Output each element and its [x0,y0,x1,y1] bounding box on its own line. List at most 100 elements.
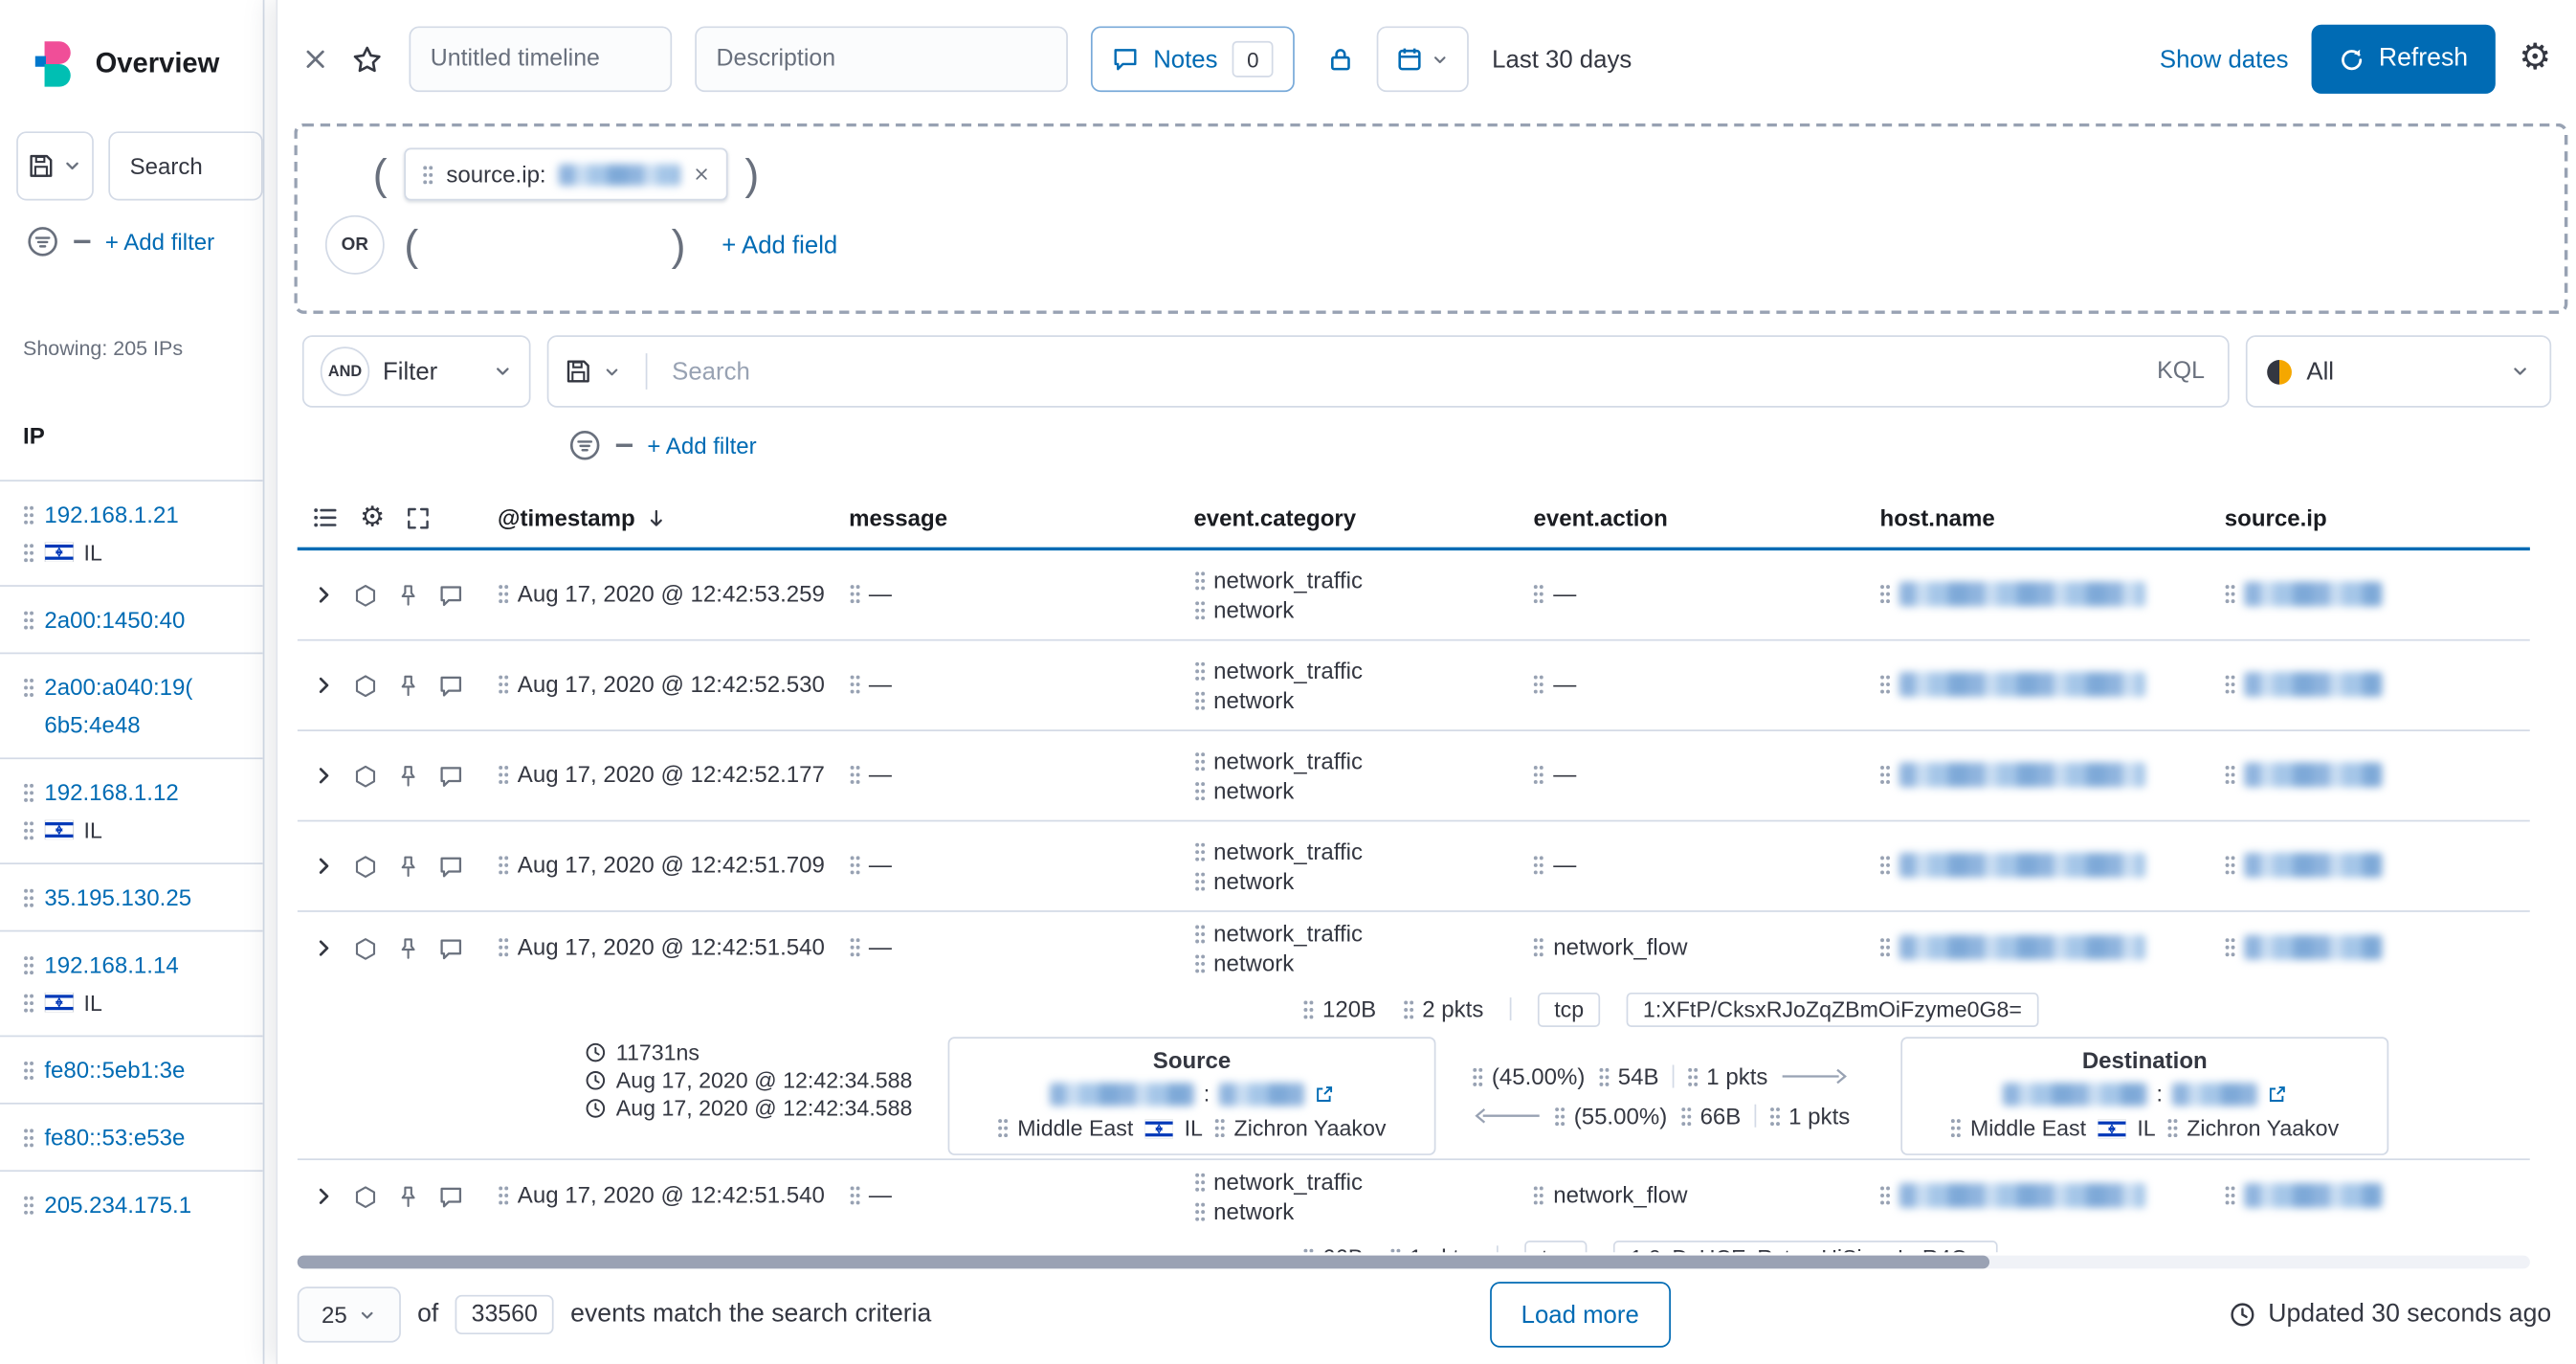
event-category-value[interactable]: network_traffic [1194,748,1534,773]
fullscreen-icon[interactable] [406,505,431,530]
pin-event-icon[interactable] [396,854,421,879]
query-filter-chip[interactable]: source.ip: [404,148,728,201]
region-value[interactable]: Middle East [998,1116,1134,1141]
event-category-value[interactable]: network_traffic [1194,920,1534,946]
ip-link[interactable]: 192.168.1.14 [44,951,178,977]
event-action-value[interactable]: — [1534,671,1577,697]
settings-gear-icon[interactable]: ⚙ [2519,41,2551,78]
source-ip-value[interactable] [2225,581,2383,606]
source-ip-value[interactable] [2225,934,2383,959]
add-note-icon[interactable] [438,854,463,879]
pin-event-icon[interactable] [396,1184,421,1209]
expand-event-icon[interactable] [312,764,335,787]
protocol-badge[interactable]: tcp [1525,1240,1588,1252]
event-row[interactable]: Aug 17, 2020 @ 12:42:52.530 — network_tr… [298,641,2530,731]
message-value[interactable]: — [849,1182,892,1208]
host-name-value[interactable] [1880,762,2146,787]
notes-button[interactable]: Notes 0 [1091,26,1295,92]
add-note-icon[interactable] [438,673,463,698]
column-header-source-ip[interactable]: source.ip [2225,504,2530,530]
inbound-bytes[interactable]: 66B [1680,1103,1741,1129]
ip-link-wrap[interactable]: 6b5:4e48 [44,711,140,737]
timestamp-value[interactable]: Aug 17, 2020 @ 12:42:51.540 [498,934,825,960]
community-id-badge[interactable]: 1:0yDzHCEvRvtmaHiSiyoeLuR4Q= [1613,1240,1997,1252]
close-timeline-button[interactable] [302,46,328,72]
event-category-value[interactable]: network [1194,687,1534,713]
external-link-icon[interactable] [1315,1084,1335,1104]
timestamp-value[interactable]: Aug 17, 2020 @ 12:42:52.530 [498,671,825,697]
show-dates-button[interactable]: Show dates [2160,45,2289,73]
ip-link[interactable]: 2a00:1450:40 [44,606,185,632]
protocol-badge[interactable]: tcp [1538,992,1600,1026]
external-link-icon[interactable] [2268,1084,2288,1104]
outbound-bytes[interactable]: 54B [1598,1063,1658,1089]
source-ip-value[interactable] [2225,1182,2383,1207]
host-name-value[interactable] [1880,581,2146,606]
drag-handle-icon[interactable] [23,503,34,525]
ip-link[interactable]: fe80::5eb1:3e [44,1057,185,1083]
ip-link[interactable]: fe80::53:e53e [44,1124,185,1150]
event-category-value[interactable]: network_traffic [1194,1169,1534,1195]
kql-toggle[interactable]: KQL [2157,358,2205,384]
column-header-message[interactable]: message [849,504,1193,530]
drag-handle-icon[interactable] [23,781,34,802]
community-id-badge[interactable]: 1:XFtP/CksxRJoZqZBmOiFzyme0G8= [1627,992,2038,1026]
event-source-dropdown[interactable]: All [2246,335,2551,408]
event-row[interactable]: Aug 17, 2020 @ 12:42:51.540 — network_tr… [298,912,2530,1160]
event-row[interactable]: Aug 17, 2020 @ 12:42:52.177 — network_tr… [298,731,2530,821]
event-category-value[interactable]: network [1194,777,1534,803]
outbound-pct[interactable]: (45.00%) [1472,1063,1585,1089]
ip-link[interactable]: 192.168.1.12 [44,779,178,805]
city-value[interactable]: Zichron Yaakov [1214,1116,1387,1141]
column-header-timestamp[interactable]: @timestamp [498,504,849,530]
expand-event-icon[interactable] [312,583,335,606]
event-action-value[interactable]: network_flow [1534,934,1688,960]
columns-list-icon[interactable] [312,504,338,530]
event-category-value[interactable]: network [1194,867,1534,893]
city-value[interactable]: Zichron Yaakov [2167,1116,2340,1141]
outbound-packets[interactable]: 1 pkts [1687,1063,1768,1089]
timestamp-value[interactable]: Aug 17, 2020 @ 12:42:51.540 [498,1182,825,1208]
region-value[interactable]: Middle East [1950,1116,2086,1141]
host-name-value[interactable] [1880,852,2146,877]
column-header-host-name[interactable]: host.name [1880,504,2225,530]
data-provider-operator-dropdown[interactable]: AND Filter [302,335,531,408]
event-category-value[interactable]: network_traffic [1194,839,1534,864]
page-size-select[interactable]: 25 [298,1286,401,1342]
add-filter-link[interactable]: + Add filter [647,433,756,458]
ip-column-header[interactable]: IP [0,422,263,448]
drag-handle-icon[interactable] [23,609,34,630]
saved-queries-button[interactable] [16,131,94,200]
drag-handle-icon[interactable] [23,542,34,563]
pin-event-icon[interactable] [396,673,421,698]
message-value[interactable]: — [849,934,892,960]
timeline-title-input[interactable] [409,26,672,92]
inbound-pct[interactable]: (55.00%) [1554,1103,1667,1129]
table-settings-gear-icon[interactable]: ⚙ [360,503,385,531]
event-category-value[interactable]: network_traffic [1194,567,1534,593]
pin-event-icon[interactable] [396,936,421,961]
source-ip-value[interactable] [2225,762,2383,787]
expand-event-icon[interactable] [312,855,335,878]
ip-link[interactable]: 192.168.1.21 [44,502,178,527]
event-action-value[interactable]: — [1534,580,1577,606]
drag-handle-icon[interactable] [23,954,34,975]
add-note-icon[interactable] [438,763,463,788]
message-value[interactable]: — [849,671,892,697]
event-category-value[interactable]: network [1194,596,1534,622]
ip-link[interactable]: 205.234.175.1 [44,1192,191,1218]
refresh-button[interactable]: Refresh [2312,25,2497,94]
drag-handle-icon[interactable] [23,1127,34,1148]
timeline-description-input[interactable] [695,26,1068,92]
flow-packets-value[interactable]: 1 pkts [1389,1244,1471,1253]
event-row[interactable]: Aug 17, 2020 @ 12:42:53.259 — network_tr… [298,550,2530,640]
add-filter-link[interactable]: + Add filter [105,229,214,255]
message-value[interactable]: — [849,580,892,606]
event-category-value[interactable]: network [1194,950,1534,975]
add-field-link[interactable]: + Add field [722,231,837,258]
horizontal-scrollbar-track[interactable] [298,1256,2530,1269]
chevron-down-icon[interactable] [603,363,621,381]
column-header-event-action[interactable]: event.action [1534,504,1880,530]
drag-handle-icon[interactable] [23,676,34,697]
inbound-packets[interactable]: 1 pkts [1769,1103,1851,1129]
